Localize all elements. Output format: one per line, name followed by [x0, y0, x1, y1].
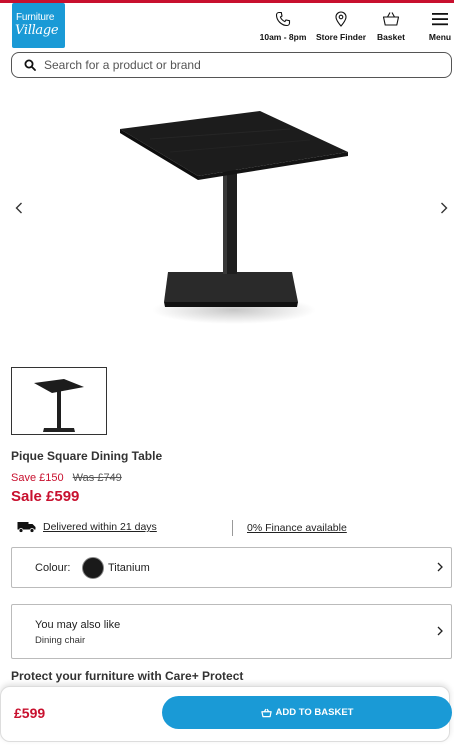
nav-basket[interactable]: Basket: [374, 11, 408, 47]
colour-swatch: [82, 557, 104, 579]
delivery-link[interactable]: Delivered within 21 days: [43, 521, 157, 533]
was-price: Was £749: [72, 472, 122, 484]
hamburger-menu-icon: [432, 13, 448, 26]
thumbnail-image: [34, 379, 84, 432]
sticky-price: £599: [14, 705, 46, 721]
site-header: Furniture Village 10am - 8pm Store Finde…: [0, 3, 454, 49]
nav-label-store-finder: Store Finder: [315, 32, 367, 42]
logo-line-2: Village: [15, 23, 59, 38]
gallery-prev-button[interactable]: [9, 196, 29, 220]
product-image: [120, 111, 348, 324]
nav-label-basket: Basket: [377, 32, 405, 42]
search-bar[interactable]: [11, 52, 452, 78]
gallery-next-button[interactable]: [434, 196, 454, 220]
location-pin-icon: [335, 11, 347, 27]
phone-icon: [275, 11, 291, 27]
furniture-village-logo[interactable]: Furniture Village: [12, 3, 65, 48]
chevron-right-icon: [437, 562, 443, 572]
product-image-gallery: [0, 84, 454, 354]
finance-link[interactable]: 0% Finance available: [247, 522, 347, 534]
also-like-subtitle: Dining chair: [35, 635, 86, 646]
colour-value: Titanium: [108, 562, 150, 574]
colour-label: Colour:: [35, 562, 71, 574]
nav-label-hours: 10am - 8pm: [259, 32, 307, 42]
basket-icon: [382, 12, 400, 26]
also-like-heading: You may also like: [35, 619, 121, 631]
nav-label-menu: Menu: [428, 32, 452, 42]
save-amount: Save £150: [11, 472, 64, 484]
colour-selector[interactable]: Colour: Titanium: [11, 547, 452, 588]
chevron-left-icon: [15, 202, 22, 214]
info-divider: [232, 520, 233, 536]
you-may-also-like-card[interactable]: You may also like Dining chair: [11, 604, 452, 659]
search-input[interactable]: [44, 58, 424, 72]
care-protect-heading: Protect your furniture with Care+ Protec…: [11, 669, 244, 683]
delivery-info[interactable]: Delivered within 21 days: [17, 521, 157, 533]
product-thumbnail[interactable]: [11, 367, 107, 435]
chevron-right-icon: [437, 626, 443, 636]
delivery-truck-icon: [17, 522, 36, 533]
sale-price: Sale £599: [11, 488, 80, 505]
sticky-purchase-bar: £599 ADD TO BASKET: [0, 686, 452, 742]
delivery-finance-row: Delivered within 21 days 0% Finance avai…: [11, 518, 452, 538]
product-title: Pique Square Dining Table: [11, 449, 163, 463]
basket-icon: [260, 708, 272, 717]
add-to-basket-button[interactable]: ADD TO BASKET: [162, 696, 452, 729]
chevron-right-icon: [441, 202, 448, 214]
nav-opening-hours[interactable]: 10am - 8pm: [256, 11, 310, 47]
nav-store-finder[interactable]: Store Finder: [313, 11, 369, 47]
nav-menu[interactable]: Menu: [424, 11, 454, 47]
search-icon: [24, 59, 36, 71]
add-to-basket-label: ADD TO BASKET: [275, 707, 354, 718]
price-savings: Save £150 Was £749: [11, 472, 122, 484]
logo-line-1: Furniture: [16, 12, 55, 23]
